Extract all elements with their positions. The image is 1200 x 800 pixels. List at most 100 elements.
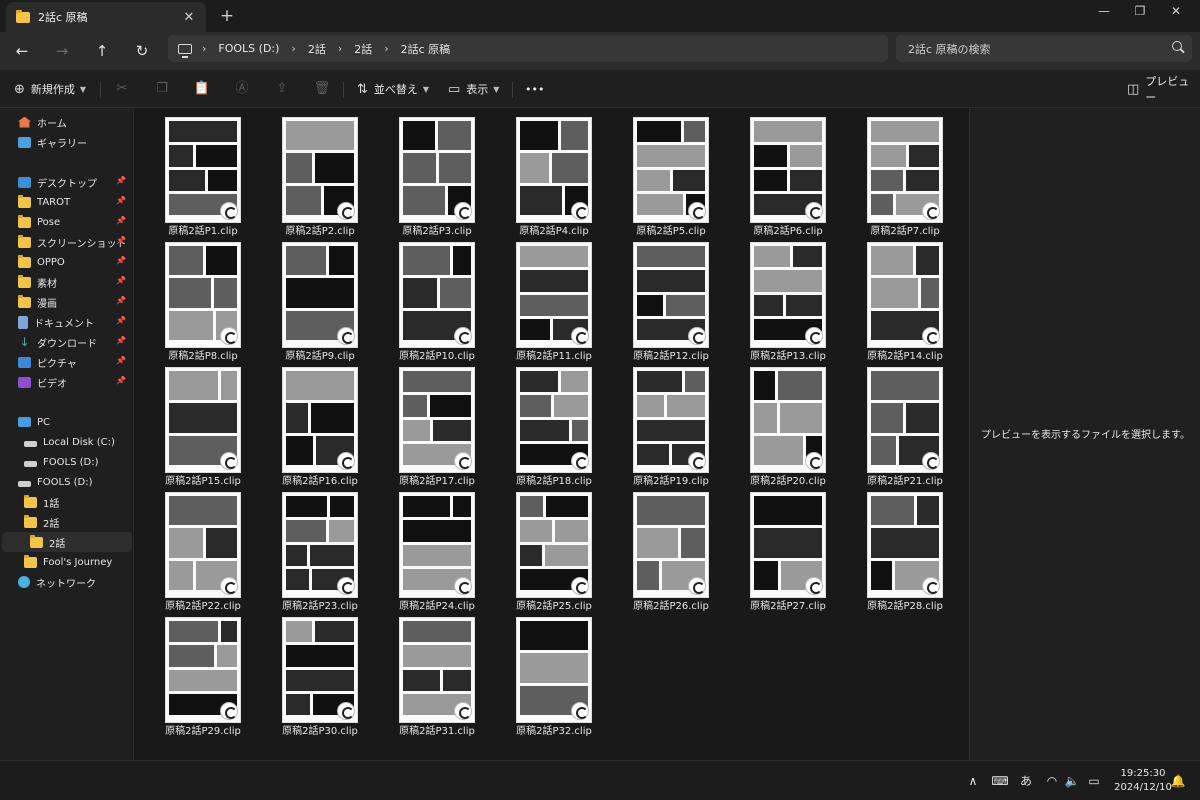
show-hidden-icons-button[interactable]: ∧ [964, 771, 982, 791]
file-item[interactable]: 原稿2話P13.clip [720, 237, 828, 362]
file-item[interactable]: 原稿2話P1.clip [135, 112, 243, 237]
sidebar-item[interactable]: 2話 [2, 532, 132, 552]
delete-icon[interactable]: 🗑 [311, 78, 333, 100]
ime-indicator[interactable]: あ [1016, 771, 1036, 791]
tab-close-button[interactable]: ✕ [178, 10, 200, 25]
comic-panel [205, 246, 237, 276]
sidebar-item[interactable]: 2話 [2, 512, 132, 532]
refresh-button[interactable]: ↻ [129, 38, 155, 64]
preview-pane-button[interactable]: ◫ プレビュー [1127, 75, 1200, 104]
breadcrumb-item[interactable]: FOOLS (D:) [218, 42, 279, 55]
file-item[interactable]: 原稿2話P31.clip [369, 612, 477, 737]
comic-panel [520, 318, 551, 340]
sidebar-item[interactable]: 漫画 📌 [2, 292, 132, 312]
file-item[interactable]: 原稿2話P16.clip [252, 362, 360, 487]
share-icon[interactable]: ⇪ [271, 78, 293, 100]
rename-icon[interactable]: Ⓐ [231, 78, 253, 100]
notification-bell-icon[interactable]: 🔔 [1168, 771, 1188, 791]
new-tab-button[interactable]: + [216, 5, 238, 27]
address-bar[interactable]: › FOOLS (D:) › 2話 › 2話 › 2話c 原稿 [168, 35, 888, 62]
forward-button[interactable]: → [49, 38, 75, 64]
sidebar-item[interactable]: Pose 📌 [2, 212, 132, 232]
battery-icon[interactable]: ▭ [1084, 771, 1104, 791]
breadcrumb-item[interactable]: 2話 [308, 41, 326, 57]
sidebar-item[interactable]: ドキュメント 📌 [2, 312, 132, 332]
file-item[interactable]: 原稿2話P28.clip [837, 487, 945, 612]
sidebar-item[interactable]: OPPO 📌 [2, 252, 132, 272]
sidebar-item[interactable]: Local Disk (C:) [2, 432, 132, 452]
sidebar-item[interactable]: 1話 [2, 492, 132, 512]
new-button[interactable]: ⊕ 新規作成 ▼ [14, 78, 86, 100]
sidebar-item[interactable]: PC [2, 412, 132, 432]
file-item[interactable]: 原稿2話P20.clip [720, 362, 828, 487]
file-item[interactable]: 原稿2話P8.clip [135, 237, 243, 362]
file-item[interactable]: 原稿2話P3.clip [369, 112, 477, 237]
minimize-button[interactable]: — [1086, 0, 1122, 24]
keyboard-icon[interactable]: ⌨ [990, 771, 1010, 791]
file-item[interactable]: 原稿2話P2.clip [252, 112, 360, 237]
view-button[interactable]: ▭ 表示 ▼ [448, 78, 499, 100]
file-item[interactable]: 原稿2話P9.clip [252, 237, 360, 362]
file-item[interactable]: 原稿2話P14.clip [837, 237, 945, 362]
file-item[interactable]: 原稿2話P29.clip [135, 612, 243, 737]
file-item[interactable]: 原稿2話P10.clip [369, 237, 477, 362]
sidebar-item[interactable]: FOOLS (D:) [2, 452, 132, 472]
file-item[interactable]: 原稿2話P18.clip [486, 362, 594, 487]
breadcrumb-separator[interactable]: › [338, 42, 342, 55]
breadcrumb-item[interactable]: 2話 [354, 41, 372, 57]
search-input[interactable]: 2話c 原稿の検索 [896, 35, 1192, 62]
tab-current-folder[interactable]: 2話c 原稿 ✕ [6, 2, 206, 32]
sidebar-item[interactable]: 素材 📌 [2, 272, 132, 292]
close-window-button[interactable]: ✕ [1158, 0, 1194, 24]
sort-button[interactable]: ⇅ 並べ替え ▼ [357, 78, 429, 100]
file-item[interactable]: 原稿2話P7.clip [837, 112, 945, 237]
file-item[interactable]: 原稿2話P22.clip [135, 487, 243, 612]
sidebar-item-label: ホーム [37, 118, 67, 130]
sidebar-item[interactable]: ↓ ダウンロード 📌 [2, 332, 132, 352]
file-item[interactable]: 原稿2話P21.clip [837, 362, 945, 487]
wifi-icon[interactable]: ◠ [1042, 771, 1062, 791]
sidebar-item[interactable]: Fool's Journey [2, 552, 132, 572]
breadcrumb-separator[interactable]: › [291, 42, 295, 55]
sidebar-item[interactable]: スクリーンショット 📌 [2, 232, 132, 252]
file-item[interactable]: 原稿2話P19.clip [603, 362, 711, 487]
file-item[interactable]: 原稿2話P4.clip [486, 112, 594, 237]
system-clock[interactable]: 19:25:30 2024/12/10 [1112, 767, 1174, 795]
sidebar-item[interactable]: FOOLS (D:) [2, 472, 132, 492]
sidebar-item[interactable]: TAROT 📌 [2, 192, 132, 212]
file-item[interactable]: 原稿2話P17.clip [369, 362, 477, 487]
folder-icon [24, 494, 37, 508]
file-item[interactable]: 原稿2話P15.clip [135, 362, 243, 487]
more-options-button[interactable]: ••• [525, 78, 544, 100]
sidebar-item[interactable]: ビデオ 📌 [2, 372, 132, 392]
restore-button[interactable]: ❐ [1122, 0, 1158, 24]
sidebar-item[interactable]: ホーム [2, 112, 132, 132]
paste-icon[interactable]: 📋 [191, 78, 213, 100]
drive-icon [24, 460, 37, 467]
file-name: 原稿2話P19.clip [633, 476, 709, 487]
sidebar-item[interactable]: ネットワーク [2, 572, 132, 592]
volume-icon[interactable]: 🔈 [1062, 771, 1082, 791]
file-item[interactable]: 原稿2話P11.clip [486, 237, 594, 362]
file-item[interactable]: 原稿2話P32.clip [486, 612, 594, 737]
file-item[interactable]: 原稿2話P30.clip [252, 612, 360, 737]
file-item[interactable]: 原稿2話P6.clip [720, 112, 828, 237]
file-item[interactable]: 原稿2話P5.clip [603, 112, 711, 237]
cut-icon[interactable]: ✂ [111, 78, 133, 100]
file-item[interactable]: 原稿2話P23.clip [252, 487, 360, 612]
sidebar-item[interactable]: ギャラリー [2, 132, 132, 152]
file-item[interactable]: 原稿2話P12.clip [603, 237, 711, 362]
file-item[interactable]: 原稿2話P24.clip [369, 487, 477, 612]
file-item[interactable]: 原稿2話P25.clip [486, 487, 594, 612]
file-item[interactable]: 原稿2話P26.clip [603, 487, 711, 612]
copy-icon[interactable]: ❐ [151, 78, 173, 100]
up-button[interactable]: ↑ [89, 38, 115, 64]
breadcrumb-separator: › [202, 42, 207, 55]
breadcrumb-separator[interactable]: › [384, 42, 388, 55]
comic-panel [871, 145, 907, 167]
back-button[interactable]: ← [9, 38, 35, 64]
file-item[interactable]: 原稿2話P27.clip [720, 487, 828, 612]
sidebar-item[interactable]: デスクトップ 📌 [2, 172, 132, 192]
sidebar-item[interactable]: ピクチャ 📌 [2, 352, 132, 372]
breadcrumb-item[interactable]: 2話c 原稿 [401, 41, 451, 57]
